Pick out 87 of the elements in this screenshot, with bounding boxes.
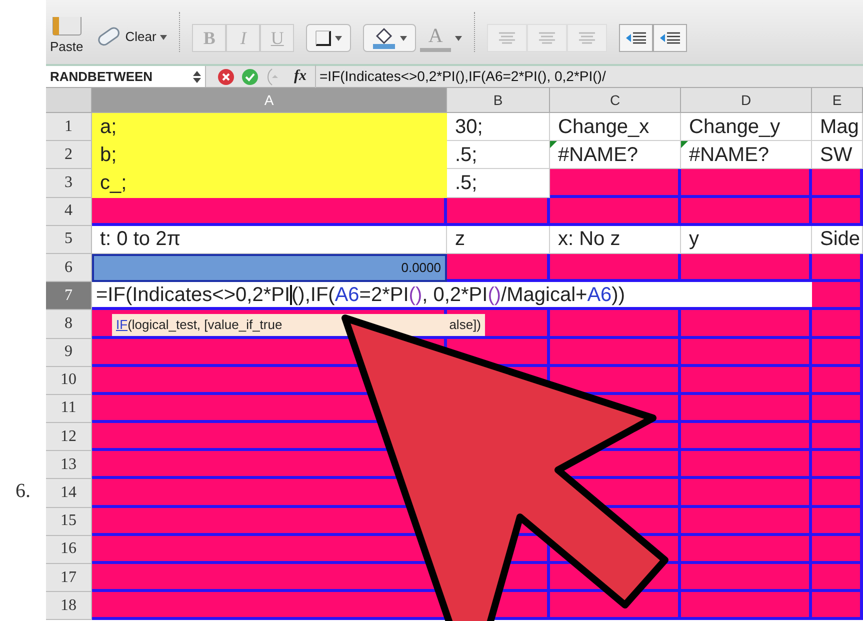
filled-cell xyxy=(812,198,863,226)
border-icon xyxy=(315,30,332,46)
filled-cell xyxy=(812,394,863,424)
check-icon[interactable] xyxy=(242,68,258,84)
cell-text: 30; xyxy=(454,114,483,140)
align-button[interactable] xyxy=(526,24,567,52)
align-icon xyxy=(578,32,596,44)
formula-text[interactable]: =IF(Indicates<>0,2*PI(),IF(A6=2*PI(), 0,2*PI()/ xyxy=(316,66,606,87)
tooltip-text: alse]) xyxy=(449,316,481,334)
filled-cell xyxy=(812,564,863,592)
row-header[interactable]: 9 xyxy=(46,338,92,367)
name-box[interactable]: RANDBETWEEN xyxy=(46,66,206,87)
paint-bucket-icon xyxy=(372,27,396,49)
cell-text: SW xyxy=(819,142,852,168)
filled-cell xyxy=(812,451,863,480)
borders-button[interactable] xyxy=(306,24,352,52)
row-header[interactable]: 8 xyxy=(46,310,92,338)
row-header[interactable]: 13 xyxy=(46,451,92,480)
indent-button[interactable] xyxy=(618,24,653,52)
cell-text: .5; xyxy=(454,170,478,196)
indent-icon xyxy=(624,32,647,44)
row-header[interactable]: 10 xyxy=(46,366,92,395)
cell-text: z xyxy=(454,227,465,252)
filled-cell xyxy=(812,536,863,564)
filled-cell xyxy=(812,592,863,620)
cell-text: x: No z xyxy=(557,227,620,252)
caret-icon xyxy=(454,36,462,40)
cancel-icon[interactable] xyxy=(218,68,234,84)
filled-cell xyxy=(812,282,863,310)
row-header[interactable]: 18 xyxy=(46,592,92,620)
caret-icon xyxy=(400,36,408,40)
align-button[interactable] xyxy=(566,24,607,52)
filled-cell xyxy=(812,479,863,508)
clear-button[interactable]: Clear xyxy=(95,26,168,48)
indent-icon xyxy=(658,32,681,44)
align-button[interactable] xyxy=(486,24,527,52)
cell-text: #NAME? xyxy=(688,142,770,168)
cell-text: y xyxy=(688,227,699,252)
align-icon xyxy=(538,32,556,44)
row-header[interactable]: 1 xyxy=(46,113,92,142)
filled-cell xyxy=(812,338,863,367)
cell-text: .5; xyxy=(454,142,478,168)
row-header[interactable]: 15 xyxy=(46,508,92,536)
cell-text: a; xyxy=(99,115,117,140)
select-all-corner[interactable] xyxy=(46,88,92,113)
row-header[interactable]: 5 xyxy=(46,226,92,254)
row-header[interactable]: 2 xyxy=(46,141,92,170)
tooltip-text: IF(logical_test, [value_if_true xyxy=(116,316,282,334)
cell-text: Change_y xyxy=(688,114,780,140)
caret-icon xyxy=(335,36,342,40)
filled-cell xyxy=(812,423,863,452)
filled-cell xyxy=(812,366,863,395)
fill-color-button[interactable] xyxy=(363,24,416,52)
row-header[interactable]: 3 xyxy=(46,169,92,198)
function-link[interactable]: IF xyxy=(116,317,128,332)
paste-button[interactable]: Paste xyxy=(50,0,84,56)
filled-cell xyxy=(812,310,863,338)
filled-cell xyxy=(812,169,863,198)
cell-text: t: 0 to 2π xyxy=(99,227,181,252)
filled-cell xyxy=(812,254,863,282)
cell-editor[interactable]: =IF(Indicates<>0,2*PI(),IF(A6=2*PI(), 0,2*PI()/Magical+A6)) xyxy=(92,282,812,310)
selected-cell[interactable]: 0.0000 xyxy=(92,254,447,282)
column-header[interactable]: D xyxy=(681,88,812,113)
cell-text: Mag xyxy=(819,114,859,140)
clipboard-icon xyxy=(52,16,82,36)
step-number: 6. xyxy=(16,478,30,504)
row-header[interactable]: 4 xyxy=(46,198,92,226)
cell-text: b; xyxy=(99,143,117,168)
column-header[interactable]: B xyxy=(447,88,550,113)
filled-cell xyxy=(812,508,863,536)
cell-text: c_; xyxy=(99,171,127,196)
stepper-icon xyxy=(193,70,201,82)
row-header[interactable]: 7 xyxy=(46,282,92,310)
cell-text: Change_x xyxy=(557,114,650,140)
row-header[interactable]: 12 xyxy=(46,423,92,452)
row-header[interactable]: 17 xyxy=(46,564,92,592)
indent-button[interactable] xyxy=(652,24,687,52)
row-header[interactable]: 11 xyxy=(46,394,92,424)
cell-text: #NAME? xyxy=(557,142,638,168)
row-header[interactable]: 14 xyxy=(46,479,92,508)
cell-text: Side xyxy=(819,227,860,252)
align-icon xyxy=(498,32,516,44)
caret-icon xyxy=(160,34,168,40)
row-header[interactable]: 16 xyxy=(46,536,92,564)
column-header[interactable]: C xyxy=(550,88,681,113)
column-header[interactable]: E xyxy=(812,88,863,113)
row-header[interactable]: 6 xyxy=(46,254,92,282)
